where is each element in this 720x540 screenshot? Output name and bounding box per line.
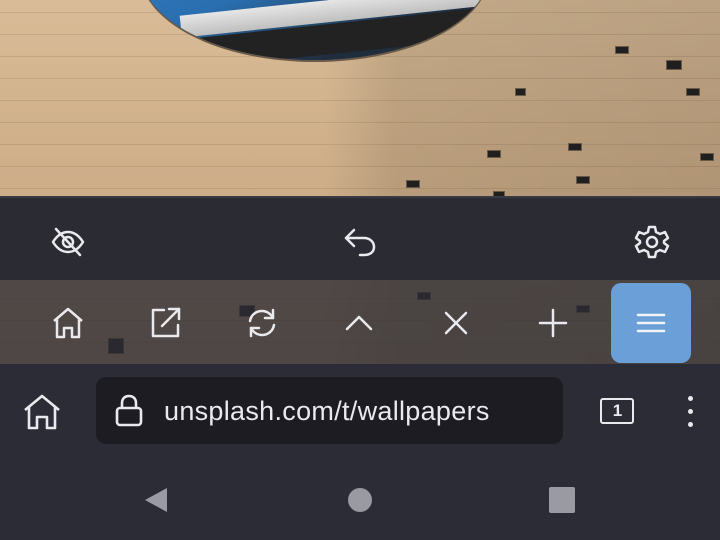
tab-count: 1 [612,401,623,420]
refresh-icon [245,306,279,340]
home-icon[interactable] [22,392,62,432]
lock-icon [114,393,144,427]
url-field[interactable]: unsplash.com/t/wallpapers [96,377,563,444]
home-icon [51,306,85,340]
home-button[interactable] [28,283,108,363]
more-options-icon[interactable] [676,392,704,432]
undo-icon[interactable] [342,224,378,260]
url-text: unsplash.com/t/wallpapers [164,396,490,426]
tab-switcher-button[interactable]: 1 [598,396,636,426]
open-external-icon [148,306,182,340]
address-bar-area: unsplash.com/t/wallpapers 1 [0,364,720,460]
close-tab-button[interactable] [416,283,496,363]
gear-icon[interactable] [634,224,670,260]
open-external-button[interactable] [125,283,205,363]
system-nav-bar [0,460,720,540]
recents-square-icon[interactable] [544,482,580,518]
back-triangle-icon[interactable] [139,482,175,518]
close-icon [439,306,473,340]
hide-eye-icon[interactable] [50,224,86,260]
home-circle-icon[interactable] [342,482,378,518]
scroll-up-button[interactable] [319,283,399,363]
menu-icon [634,306,668,340]
plus-icon [536,306,570,340]
chevron-up-icon [342,306,376,340]
page-toolbar [0,196,720,280]
quick-action-bar [0,280,720,364]
photo-oculus [140,0,490,60]
new-tab-button[interactable] [513,283,593,363]
menu-button[interactable] [611,283,691,363]
refresh-button[interactable] [222,283,302,363]
